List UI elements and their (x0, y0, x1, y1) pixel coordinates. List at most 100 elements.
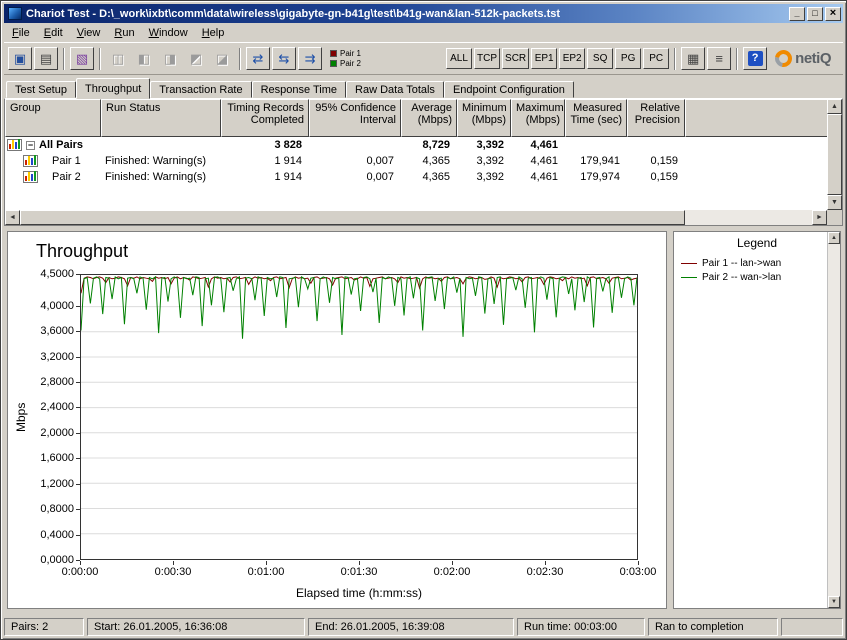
column-header-time[interactable]: MeasuredTime (sec) (565, 99, 627, 137)
scroll-left-icon[interactable]: ◄ (5, 210, 20, 225)
table-row-all-pairs[interactable]: −All Pairs3 8288,7293,3924,461 (5, 137, 827, 153)
horizontal-scroll-thumb[interactable] (20, 210, 685, 225)
scroll-down-icon[interactable]: ▼ (827, 195, 842, 210)
view-button-scr[interactable]: SCR (502, 48, 529, 69)
column-header-max[interactable]: Maximum(Mbps) (511, 99, 565, 137)
menu-file[interactable]: File (5, 25, 37, 41)
menu-window[interactable]: Window (142, 25, 195, 41)
edit-run-options-button[interactable]: ▧ (70, 47, 94, 70)
column-header-line: (Mbps) (516, 114, 560, 126)
help-button[interactable]: ? (743, 47, 767, 70)
column-header-line: Interval (314, 114, 396, 126)
cell-status: Finished: Warning(s) (101, 171, 221, 183)
report-view-button[interactable]: ≡ (707, 47, 731, 70)
table-body: −All Pairs3 8288,7293,3924,461Pair 1Fini… (5, 137, 827, 210)
y-tick-mark (76, 458, 80, 459)
replicate-pair-button[interactable]: ⇉ (298, 47, 322, 70)
column-header-line: Average (406, 102, 452, 114)
help-icon: ? (748, 51, 763, 66)
add-multi-pair-button: ◧ (132, 47, 156, 70)
y-tick-label: 2,0000 (12, 427, 74, 439)
y-tick-label: 1,2000 (12, 478, 74, 490)
legend-scroll-up-icon[interactable]: ▲ (828, 232, 840, 244)
tab-transaction-rate[interactable]: Transaction Rate (150, 81, 251, 98)
print-icon: ▤ (40, 51, 52, 67)
print-button[interactable]: ▤ (34, 47, 58, 70)
pair-filter-pair-1[interactable]: Pair 1 (330, 50, 361, 58)
tab-raw-data-totals[interactable]: Raw Data Totals (346, 81, 444, 98)
menu-run[interactable]: Run (107, 25, 141, 41)
legend-line-swatch (681, 263, 697, 264)
view-button-sq[interactable]: SQ (587, 48, 613, 69)
column-header-status[interactable]: Run Status (101, 99, 221, 137)
chart-title: Throughput (36, 241, 128, 262)
save-button[interactable]: ▣ (8, 47, 32, 70)
cell-avg: 4,365 (401, 171, 457, 183)
legend-scrollbar[interactable]: ▲ ▼ (827, 232, 840, 608)
legend-line-swatch (681, 277, 697, 278)
column-header-line: Run Status (106, 102, 216, 114)
tab-throughput[interactable]: Throughput (76, 78, 150, 99)
y-tick-label: 1,6000 (12, 452, 74, 464)
view-button-all[interactable]: ALL (446, 48, 472, 69)
tab-response-time[interactable]: Response Time (252, 81, 346, 98)
y-tick-mark (76, 357, 80, 358)
cell-min: 3,392 (457, 155, 511, 167)
column-header-line: (Mbps) (462, 114, 506, 126)
scroll-up-icon[interactable]: ▲ (827, 99, 842, 114)
table-row-pair-1[interactable]: Pair 1Finished: Warning(s)1 9140,0074,36… (5, 153, 827, 169)
cell-records: 1 914 (221, 171, 309, 183)
column-header-filler (685, 99, 842, 137)
scroll-right-icon[interactable]: ► (812, 210, 827, 225)
toolbar-separator (674, 48, 676, 70)
view-button-pc[interactable]: PC (643, 48, 669, 69)
table-row-pair-2[interactable]: Pair 2Finished: Warning(s)1 9140,0074,36… (5, 169, 827, 185)
table-vertical-scrollbar[interactable]: ▲ ▼ (827, 99, 842, 210)
column-header-prec[interactable]: RelativePrecision (627, 99, 685, 137)
table-horizontal-scrollbar[interactable]: ◄ ► (5, 210, 827, 225)
menu-help[interactable]: Help (195, 25, 232, 41)
netiq-logo: netiQ (775, 50, 831, 67)
legend-item-pair-1: Pair 1 -- lan->wan (681, 256, 824, 270)
close-button[interactable]: × (825, 7, 841, 21)
column-header-min[interactable]: Minimum(Mbps) (457, 99, 511, 137)
menu-view[interactable]: View (70, 25, 108, 41)
column-header-records[interactable]: Timing RecordsCompleted (221, 99, 309, 137)
tab-endpoint-configuration[interactable]: Endpoint Configuration (444, 81, 574, 98)
chart-window-button[interactable]: ▦ (681, 47, 705, 70)
status-panel-5: Ran to completion (648, 618, 778, 636)
column-header-ci[interactable]: 95% ConfidenceInterval (309, 99, 401, 137)
y-tick-mark (76, 306, 80, 307)
horizontal-scroll-track[interactable] (20, 210, 812, 225)
y-tick-mark (76, 433, 80, 434)
view-button-tcp[interactable]: TCP (474, 48, 500, 69)
window-title: Chariot Test - D:\_work\ixbt\comm\data\w… (26, 8, 785, 20)
menu-edit[interactable]: Edit (37, 25, 70, 41)
maximize-button[interactable]: □ (807, 7, 823, 21)
minimize-button[interactable]: _ (789, 7, 805, 21)
save-icon: ▣ (14, 51, 26, 67)
pair-filter-pair-2[interactable]: Pair 2 (330, 60, 361, 68)
x-tick-label: 0:00:30 (143, 566, 203, 578)
view-button-ep2[interactable]: EP2 (559, 48, 585, 69)
view-button-pg[interactable]: PG (615, 48, 641, 69)
legend-scroll-down-icon[interactable]: ▼ (828, 596, 840, 608)
column-header-group[interactable]: Group (5, 99, 101, 137)
throughput-plot (81, 275, 637, 559)
pair-filter-block: Pair 1 Pair 2 (330, 50, 361, 68)
swap-endpoints-button[interactable]: ⇄ (246, 47, 270, 70)
column-header-avg[interactable]: Average(Mbps) (401, 99, 457, 137)
toolbar-separator (239, 48, 241, 70)
pair-chart-icon (23, 155, 38, 167)
tab-test-setup[interactable]: Test Setup (6, 81, 76, 98)
collapse-icon[interactable]: − (26, 141, 35, 150)
swap-endpoints-icon: ⇄ (253, 51, 264, 67)
y-tick-label: 4,5000 (12, 268, 74, 280)
view-button-ep1[interactable]: EP1 (531, 48, 557, 69)
legend-item-pair-2: Pair 2 -- wan->lan (681, 270, 824, 284)
y-tick-mark (76, 274, 80, 275)
connect-endpoints-button[interactable]: ⇆ (272, 47, 296, 70)
x-tick-mark (173, 561, 174, 565)
add-pair-button: ◫ (106, 47, 130, 70)
vertical-scroll-thumb[interactable] (827, 114, 842, 195)
